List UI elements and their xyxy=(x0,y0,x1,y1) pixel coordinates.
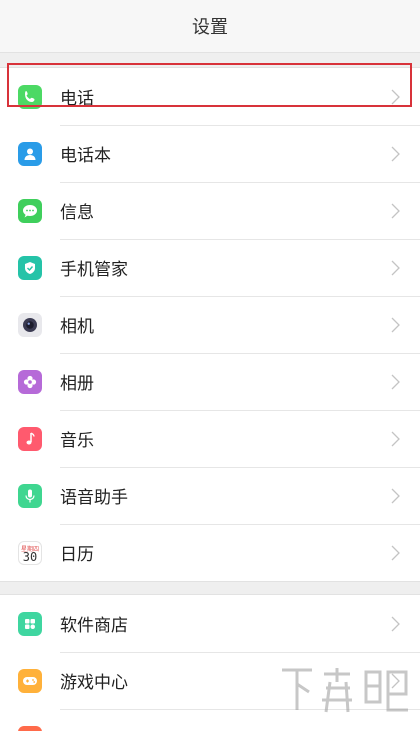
chevron-right-icon xyxy=(391,431,400,447)
top-bar: 设置 xyxy=(0,0,420,53)
phone-icon xyxy=(18,85,42,109)
settings-item-gallery[interactable]: 相册 xyxy=(0,353,420,410)
music-icon xyxy=(18,427,42,451)
settings-item-label: 相册 xyxy=(60,374,94,394)
chevron-right-icon xyxy=(391,146,400,162)
settings-item-app-store[interactable]: 软件商店 xyxy=(0,595,420,652)
settings-item-label: 软件商店 xyxy=(60,616,128,636)
settings-item-voice-assistant[interactable]: 语音助手 xyxy=(0,467,420,524)
settings-item-camera[interactable]: 相机 xyxy=(0,296,420,353)
store-icon xyxy=(18,612,42,636)
settings-item-label: 音乐 xyxy=(60,431,94,451)
chevron-right-icon xyxy=(391,374,400,390)
settings-item-label: 信息 xyxy=(60,203,94,223)
calendar-icon: 星期四 30 xyxy=(18,541,42,565)
chevron-right-icon xyxy=(391,260,400,276)
camera-icon xyxy=(18,313,42,337)
chevron-right-icon xyxy=(391,89,400,105)
settings-item-phone-manager[interactable]: 手机管家 xyxy=(0,239,420,296)
chevron-right-icon xyxy=(391,545,400,561)
shield-icon xyxy=(18,256,42,280)
settings-group-apps: 电话 电话本 信息 手机管家 相机 相册 音乐 语音助手 星期四 30 日历 xyxy=(0,67,420,582)
flower-icon xyxy=(18,370,42,394)
chevron-right-icon xyxy=(391,203,400,219)
settings-item-music[interactable]: 音乐 xyxy=(0,410,420,467)
app-icon xyxy=(18,726,42,731)
chevron-right-icon xyxy=(391,317,400,333)
settings-item-label: 电话本 xyxy=(60,146,111,166)
settings-item-label: 日历 xyxy=(60,545,94,565)
settings-item-label: 游戏中心 xyxy=(60,673,128,693)
contacts-icon xyxy=(18,142,42,166)
settings-item-label: 手机管家 xyxy=(60,260,128,280)
gamepad-icon xyxy=(18,669,42,693)
microphone-icon xyxy=(18,484,42,508)
chevron-right-icon xyxy=(391,488,400,504)
settings-item-label: 电话 xyxy=(60,89,94,109)
settings-item-calendar[interactable]: 星期四 30 日历 xyxy=(0,524,420,581)
settings-item-messages[interactable]: 信息 xyxy=(0,182,420,239)
settings-item-contacts[interactable]: 电话本 xyxy=(0,125,420,182)
page-title: 设置 xyxy=(192,17,228,38)
settings-item-label: 语音助手 xyxy=(60,488,128,508)
calendar-day: 30 xyxy=(22,550,38,564)
settings-item-label: 相机 xyxy=(60,317,94,337)
message-icon xyxy=(18,199,42,223)
watermark-logo xyxy=(282,668,408,713)
chevron-right-icon xyxy=(391,616,400,632)
settings-item-phone[interactable]: 电话 xyxy=(0,68,420,125)
